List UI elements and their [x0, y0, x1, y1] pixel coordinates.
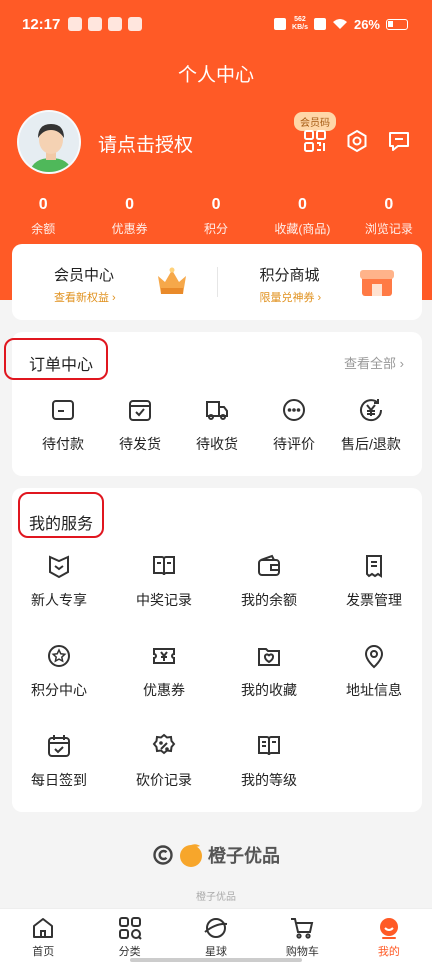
- service-my-level[interactable]: 我的等级: [224, 732, 314, 790]
- planet-icon: [204, 918, 228, 938]
- tab-home[interactable]: 首页: [0, 909, 86, 964]
- tab-cart[interactable]: 购物车: [259, 909, 345, 964]
- service-my-balance[interactable]: 我的余额: [224, 552, 314, 610]
- battery-icon: [386, 18, 408, 30]
- crown-icon: [157, 267, 186, 294]
- wallet-card-icon: [52, 400, 74, 420]
- messages-button[interactable]: [386, 128, 412, 154]
- discount-badge-icon: [152, 733, 176, 755]
- book-icon: [153, 556, 175, 576]
- highlight-order-center: [4, 338, 108, 380]
- battery-percent: 26%: [353, 16, 380, 32]
- order-after-sales[interactable]: 售后/退款: [326, 396, 416, 454]
- gear-icon: [347, 129, 367, 153]
- service-address[interactable]: 地址信息: [329, 642, 419, 700]
- service-new-user[interactable]: 新人专享: [14, 552, 104, 610]
- net-speed: 562 KB/s: [292, 16, 308, 31]
- highlight-my-services: [18, 492, 104, 538]
- yen-refresh-icon: [360, 399, 383, 422]
- heart-folder-icon: [258, 648, 280, 666]
- copyright-icon: [153, 845, 173, 865]
- profile-icon: [379, 918, 398, 939]
- box-check-icon: [129, 400, 151, 421]
- service-coupons[interactable]: 优惠券: [119, 642, 209, 700]
- status-bar: 12:17 562 KB/s 26%: [0, 14, 432, 38]
- qr-code-icon: [304, 130, 326, 152]
- settings-button[interactable]: [344, 128, 370, 154]
- points-mall-sub: 限量兑神券 ›: [259, 292, 322, 304]
- invoice-icon: [366, 555, 382, 578]
- see-all-orders-link[interactable]: 查看全部 ›: [344, 353, 404, 372]
- wifi-icon: [332, 19, 347, 29]
- sim-icon: [313, 18, 326, 30]
- points-mall-title: 积分商城: [259, 267, 320, 284]
- notification-icons: [68, 17, 142, 31]
- home-indicator: [130, 958, 302, 962]
- status-right: 562 KB/s 26%: [274, 16, 408, 32]
- tab-category[interactable]: 分类: [86, 909, 172, 964]
- service-daily-checkin[interactable]: 每日签到: [14, 732, 104, 790]
- vip-card: 会员中心 查看新权益 › 积分商城 限量兑神券 ›: [12, 244, 422, 320]
- category-grid-icon: [118, 917, 142, 940]
- message-icon: [389, 132, 409, 151]
- stat-history[interactable]: 0 浏览记录: [346, 196, 432, 237]
- service-prize-records[interactable]: 中奖记录: [119, 552, 209, 610]
- stat-coupons[interactable]: 0 优惠券: [86, 196, 172, 237]
- gift-badge-icon: [49, 555, 69, 579]
- calendar-check-icon: [48, 735, 70, 757]
- brand-logo: 橙子优品: [0, 842, 432, 868]
- service-points-center[interactable]: 积分中心: [14, 642, 104, 700]
- star-circle-icon: [48, 645, 70, 667]
- location-pin-icon: [364, 645, 384, 669]
- footer-caption: 橙子优品: [196, 892, 236, 903]
- store-icon: [360, 270, 394, 296]
- bottom-tab-bar: 首页 分类 星球 购物车 我的: [0, 908, 432, 964]
- points-mall-link[interactable]: 积分商城 限量兑神券 ›: [218, 244, 423, 320]
- wallet-icon: [258, 554, 280, 576]
- stat-points[interactable]: 0 积分: [173, 196, 259, 237]
- service-favorites[interactable]: 我的收藏: [224, 642, 314, 700]
- member-center-link[interactable]: 会员中心 查看新权益 ›: [12, 244, 217, 320]
- stat-balance[interactable]: 0 余额: [0, 196, 86, 237]
- brand-name: 橙子优品: [208, 846, 280, 866]
- cart-icon: [291, 918, 314, 939]
- tab-me[interactable]: 我的: [346, 909, 432, 964]
- service-bargain-records[interactable]: 砍价记录: [119, 732, 209, 790]
- avatar[interactable]: [17, 110, 81, 174]
- stats-row: 0 余额 0 优惠券 0 积分 0 收藏(商品) 0 浏览记录: [0, 196, 432, 237]
- status-time: 12:17: [22, 16, 61, 33]
- page-title: 个人中心: [177, 65, 254, 86]
- truck-icon: [206, 401, 228, 420]
- service-invoice[interactable]: 发票管理: [329, 552, 419, 610]
- vibrate-icon: [274, 18, 287, 30]
- home-icon: [33, 918, 54, 938]
- coupon-icon: [153, 648, 175, 664]
- member-code-button[interactable]: [302, 128, 328, 154]
- stat-favorites[interactable]: 0 收藏(商品): [259, 196, 345, 237]
- login-prompt[interactable]: 请点击授权: [98, 130, 193, 157]
- tab-planet[interactable]: 星球: [173, 909, 259, 964]
- level-book-icon: [258, 736, 280, 756]
- chat-dots-icon: [283, 399, 305, 421]
- orange-logo-icon: [180, 844, 202, 867]
- member-center-title: 会员中心: [54, 267, 115, 284]
- member-center-sub: 查看新权益 ›: [54, 292, 116, 304]
